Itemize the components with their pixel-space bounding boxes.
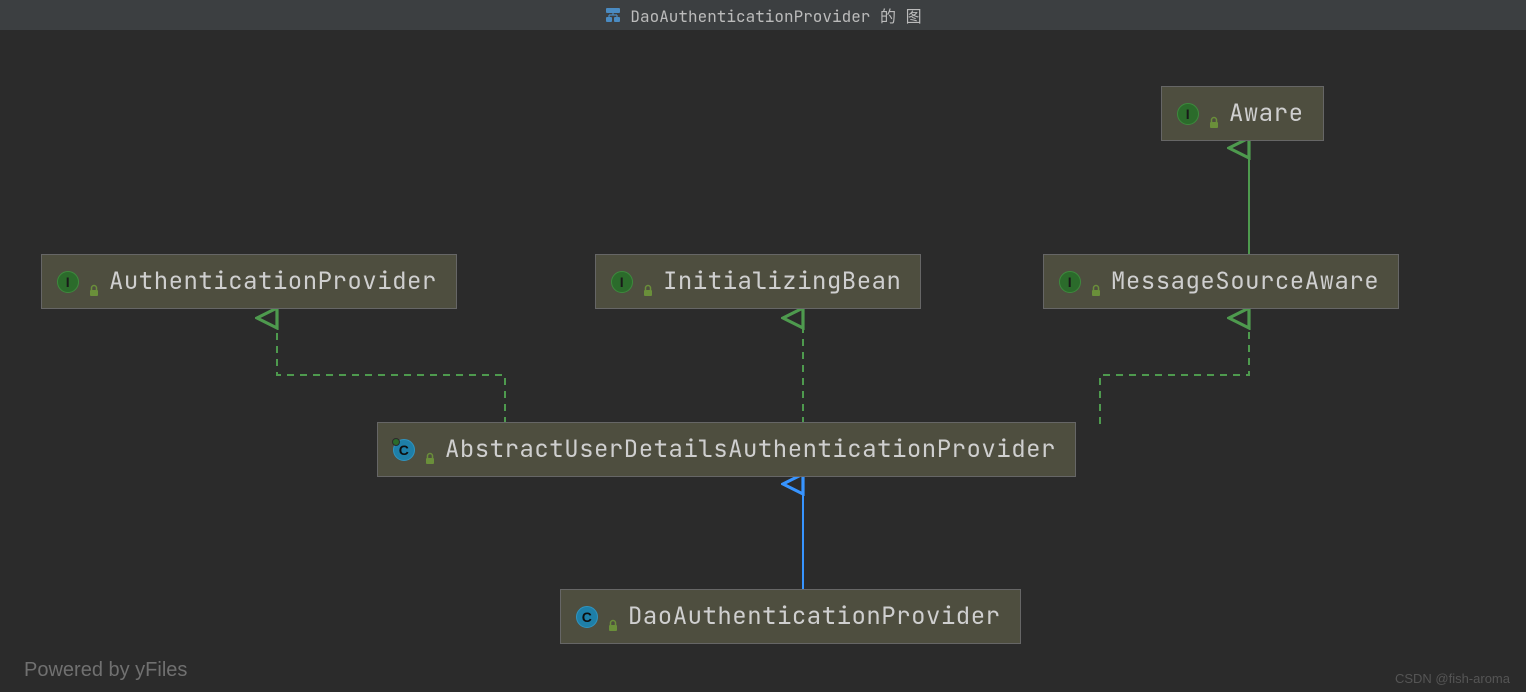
node-label: InitializingBean	[663, 266, 901, 297]
interface-icon: I	[611, 271, 633, 293]
lock-icon	[1207, 107, 1221, 121]
node-label: AuthenticationProvider	[109, 266, 437, 297]
node-initializing-bean[interactable]: I InitializingBean	[596, 255, 920, 308]
node-abstract-user-details-authentication-provider[interactable]: C AbstractUserDetailsAuthenticationProvi…	[378, 423, 1075, 476]
interface-icon: I	[1177, 103, 1199, 125]
node-label: AbstractUserDetailsAuthenticationProvide…	[445, 434, 1056, 465]
title-bar: DaoAuthenticationProvider 的 图	[0, 0, 1526, 30]
node-label: DaoAuthenticationProvider	[628, 601, 1001, 632]
interface-icon: I	[1059, 271, 1081, 293]
class-icon: C	[576, 606, 598, 628]
title-text: DaoAuthenticationProvider 的 图	[630, 3, 921, 27]
lock-icon	[423, 443, 437, 457]
diagram-icon	[604, 6, 622, 24]
abstract-class-icon: C	[393, 439, 415, 461]
node-dao-authentication-provider[interactable]: C DaoAuthenticationProvider	[561, 590, 1020, 643]
lock-icon	[87, 275, 101, 289]
lock-icon	[641, 275, 655, 289]
lock-icon	[1089, 275, 1103, 289]
lock-icon	[606, 610, 620, 624]
node-message-source-aware[interactable]: I MessageSourceAware	[1044, 255, 1398, 308]
node-label: MessageSourceAware	[1111, 266, 1379, 297]
powered-by-label: Powered by yFiles	[24, 659, 187, 682]
node-label: Aware	[1229, 98, 1304, 129]
watermark: CSDN @fish-aroma	[1395, 671, 1510, 686]
diagram-canvas[interactable]: I Aware I AuthenticationProvider I Initi…	[0, 30, 1526, 692]
node-authentication-provider[interactable]: I AuthenticationProvider	[42, 255, 456, 308]
node-aware[interactable]: I Aware	[1162, 87, 1323, 140]
interface-icon: I	[57, 271, 79, 293]
